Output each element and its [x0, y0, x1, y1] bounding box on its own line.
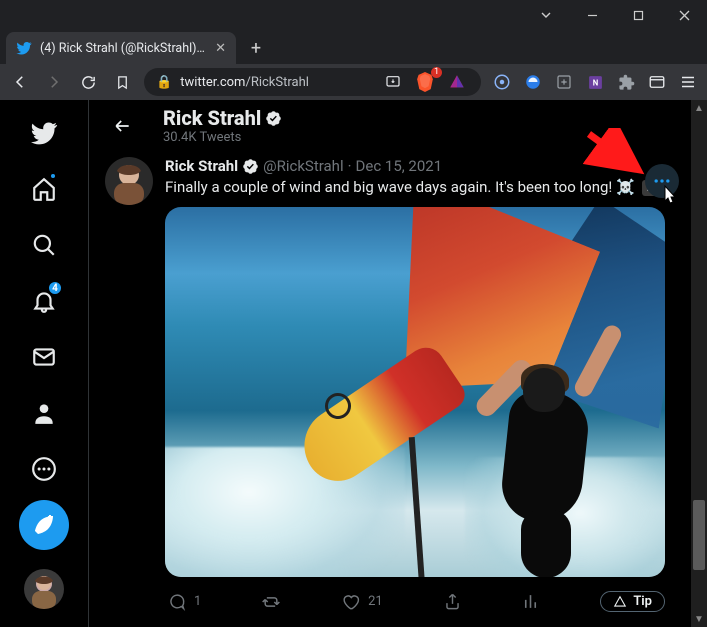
nav-messages[interactable]	[19, 332, 69, 382]
svg-text:N: N	[592, 78, 598, 87]
install-app-icon[interactable]	[381, 70, 405, 94]
address-bar[interactable]: 🔒 twitter.com/RickStrahl 1	[144, 68, 481, 96]
nav-account-avatar[interactable]	[24, 569, 64, 609]
tip-button[interactable]: Tip	[600, 591, 665, 612]
scroll-down-arrow-icon[interactable]: ▼	[691, 611, 707, 627]
extension-icon-2[interactable]	[522, 71, 544, 93]
nav-explore[interactable]	[19, 220, 69, 270]
analytics-button[interactable]	[521, 591, 540, 612]
like-count: 21	[368, 594, 383, 609]
tweet: Rick Strahl @RickStrahl · Dec 15, 2021 F…	[89, 153, 707, 585]
nav-more[interactable]	[19, 444, 69, 494]
nav-profile[interactable]	[19, 388, 69, 438]
retweet-icon	[261, 592, 281, 612]
nav-forward-button[interactable]	[42, 70, 66, 94]
new-tab-button[interactable]: +	[242, 34, 270, 62]
person-icon	[31, 400, 57, 426]
scroll-thumb[interactable]	[693, 500, 705, 570]
feather-plus-icon	[32, 513, 56, 537]
heart-icon	[341, 592, 360, 611]
home-notification-dot	[49, 172, 57, 180]
profile-header: Rick Strahl 30.4K Tweets	[89, 100, 707, 153]
tweet-header: Rick Strahl @RickStrahl · Dec 15, 2021	[165, 157, 691, 175]
nav-logo[interactable]	[19, 108, 69, 158]
tweet-head-separator: ·	[348, 157, 352, 175]
tweet-media-image[interactable]	[165, 207, 665, 577]
extension-icon-3[interactable]	[553, 71, 575, 93]
nav-notifications[interactable]: 4	[19, 276, 69, 326]
reply-button[interactable]: 1	[167, 591, 201, 612]
app-menu-icon[interactable]	[677, 71, 699, 93]
brave-shield-icon[interactable]: 1	[413, 70, 437, 94]
tweet-author-handle[interactable]: @RickStrahl	[263, 157, 344, 175]
nav-reload-button[interactable]	[76, 70, 100, 94]
twitter-logo-icon	[30, 119, 58, 147]
share-button[interactable]	[443, 591, 462, 612]
header-tweet-count: 30.4K Tweets	[163, 130, 282, 145]
window-titlebar	[0, 0, 707, 30]
tab-title: (4) Rick Strahl (@RickStrahl) / Twi	[40, 41, 207, 56]
url-host: twitter.com/RickStrahl	[180, 75, 309, 90]
window-dropdown-button[interactable]	[523, 0, 569, 30]
shield-count-badge: 1	[431, 67, 442, 78]
verified-badge-icon	[242, 158, 259, 175]
verified-badge-icon	[265, 110, 282, 127]
compose-tweet-button[interactable]	[19, 500, 69, 550]
analytics-icon	[521, 592, 540, 611]
tweet-more-menu-button[interactable]	[645, 164, 679, 198]
tip-label: Tip	[633, 594, 652, 609]
envelope-icon	[31, 344, 57, 370]
retweet-button[interactable]	[261, 591, 281, 612]
window-close-button[interactable]	[661, 0, 707, 30]
header-profile-name: Rick Strahl	[163, 106, 261, 130]
tab-close-icon[interactable]: ✕	[215, 41, 226, 56]
page-content: 4 Rick Strahl 30.4K	[0, 100, 707, 627]
browser-toolbar: 🔒 twitter.com/RickStrahl 1 N	[0, 64, 707, 100]
extension-icon-1[interactable]	[491, 71, 513, 93]
tip-icon	[613, 595, 627, 609]
bookmark-button[interactable]	[110, 70, 134, 94]
reply-icon	[167, 592, 186, 611]
nav-home[interactable]	[19, 164, 69, 214]
extensions-menu-icon[interactable]	[615, 71, 637, 93]
notifications-badge: 4	[47, 280, 63, 296]
arrow-left-icon	[112, 116, 132, 136]
vertical-scrollbar[interactable]: ▲ ▼	[691, 100, 707, 627]
tablist-icon[interactable]	[646, 71, 668, 93]
tweet-date[interactable]: Dec 15, 2021	[356, 157, 443, 175]
header-back-button[interactable]	[105, 109, 139, 143]
more-horizontal-icon	[652, 171, 672, 191]
search-icon	[31, 232, 57, 258]
share-icon	[443, 592, 462, 611]
like-button[interactable]: 21	[341, 591, 383, 612]
browser-tab[interactable]: (4) Rick Strahl (@RickStrahl) / Twi ✕	[6, 32, 236, 64]
skull-emoji-icon: ☠️	[616, 178, 635, 196]
more-circle-icon	[31, 456, 57, 482]
window-minimize-button[interactable]	[569, 0, 615, 30]
twitter-favicon-icon	[16, 40, 32, 56]
tweet-author-name[interactable]: Rick Strahl	[165, 157, 238, 175]
twitter-left-nav: 4	[0, 100, 88, 627]
brave-rewards-icon[interactable]	[445, 70, 469, 94]
tweet-text: Finally a couple of wind and big wave da…	[165, 177, 691, 197]
scroll-up-arrow-icon[interactable]: ▲	[691, 100, 707, 116]
tweet-actions: 1 21 Tip	[89, 585, 681, 612]
tweet-author-avatar[interactable]	[105, 157, 153, 205]
window-maximize-button[interactable]	[615, 0, 661, 30]
extension-icon-4[interactable]: N	[584, 71, 606, 93]
tab-strip: (4) Rick Strahl (@RickStrahl) / Twi ✕ +	[0, 30, 707, 64]
reply-count: 1	[194, 594, 201, 609]
nav-back-button[interactable]	[8, 70, 32, 94]
lock-icon: 🔒	[156, 75, 172, 90]
main-column: Rick Strahl 30.4K Tweets Rick Strahl @Ri…	[88, 100, 707, 627]
